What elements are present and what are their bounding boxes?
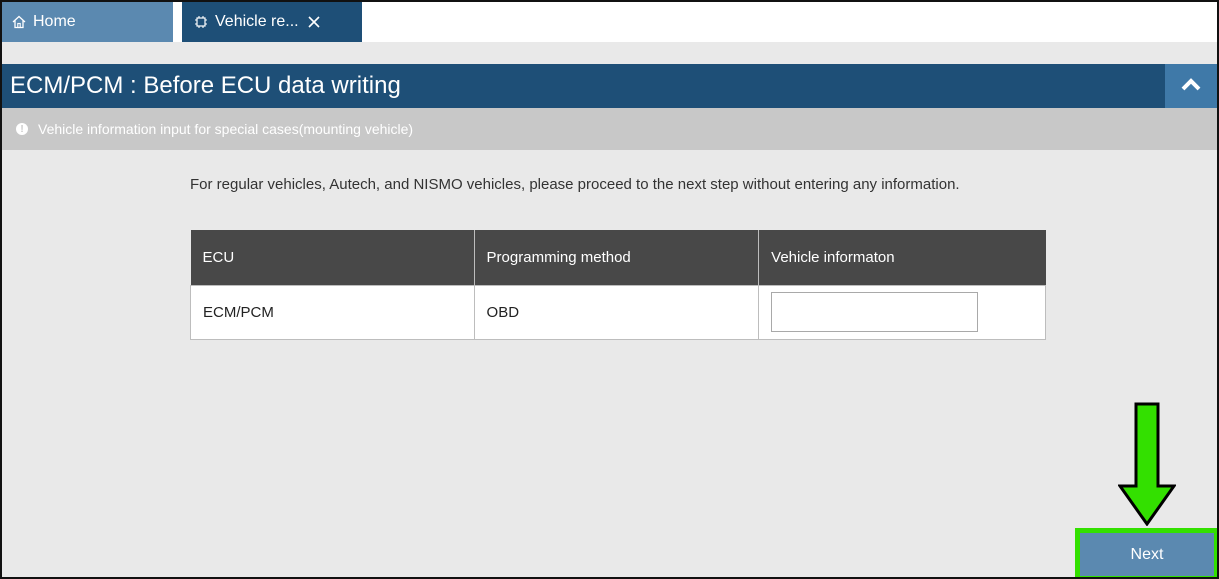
cell-vehicle-information (758, 284, 1046, 340)
tab-vehicle[interactable]: Vehicle re... (182, 2, 362, 42)
home-icon (12, 15, 26, 29)
tab-vehicle-label: Vehicle re... (215, 13, 299, 30)
down-arrow-annotation (1118, 402, 1176, 526)
page-header: ECM/PCM : Before ECU data writing (2, 64, 1217, 108)
vehicle-information-input[interactable] (771, 292, 979, 332)
page-title: ECM/PCM : Before ECU data writing (10, 72, 401, 99)
column-header-ecu: ECU (190, 230, 475, 285)
tab-home[interactable]: Home (2, 2, 176, 42)
column-header-vehicle-information: Vehicle informaton (758, 230, 1046, 285)
tab-bar: Home Vehicle re... (2, 2, 1217, 42)
info-icon: ! (16, 123, 28, 135)
column-header-programming-method: Programming method (474, 230, 760, 285)
tab-home-label: Home (33, 13, 76, 30)
close-icon[interactable] (307, 15, 321, 29)
chevron-up-icon (1181, 77, 1201, 96)
info-bar-text: Vehicle information input for special ca… (38, 121, 414, 137)
ecu-chip-icon (194, 15, 208, 29)
instruction-text: For regular vehicles, Autech, and NISMO … (190, 176, 960, 193)
next-button-highlight: Next (1075, 528, 1217, 577)
table-header-row: ECU Programming method Vehicle informato… (190, 230, 1046, 285)
info-bar: ! Vehicle information input for special … (2, 108, 1217, 150)
ecu-table: ECU Programming method Vehicle informato… (190, 230, 1046, 340)
cell-ecu: ECM/PCM (190, 284, 475, 340)
collapse-button[interactable] (1165, 64, 1217, 108)
table-row: ECM/PCM OBD (190, 284, 1046, 340)
app-window: Home Vehicle re... ECM/PCM : Before ECU … (0, 0, 1219, 579)
cell-programming-method: OBD (473, 284, 760, 340)
next-button[interactable]: Next (1080, 533, 1214, 576)
